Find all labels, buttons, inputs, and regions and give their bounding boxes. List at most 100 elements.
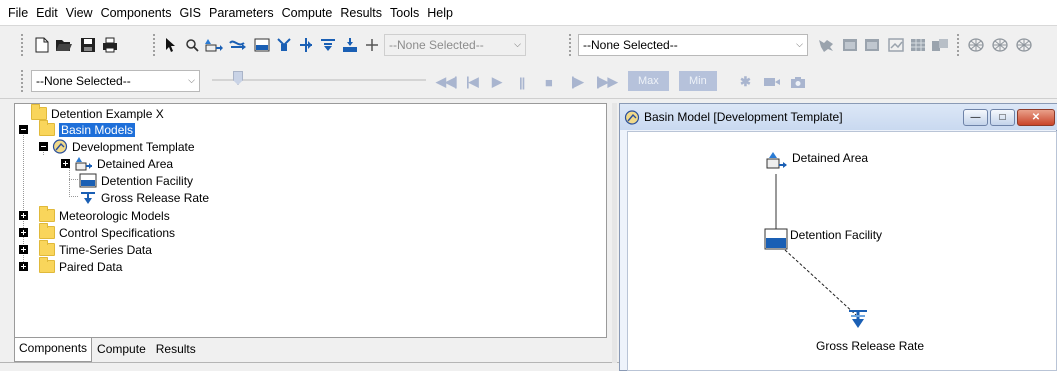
tree-item-detained-area[interactable]: Detained Area [75,155,173,172]
basin-model-select[interactable]: --None Selected-- ⌵ [578,34,808,56]
tree-item-label: Control Specifications [59,225,176,240]
open-folder-icon[interactable] [54,35,74,55]
basin-network-lines [775,174,857,316]
tab-compute[interactable]: Compute [92,338,151,360]
last-frame-icon[interactable]: |▶▶ [596,74,618,90]
menu-view[interactable]: View [62,0,97,26]
tree-item-meteorologic-models[interactable]: Meteorologic Models [39,206,170,224]
collapse-icon[interactable] [39,142,48,151]
menu-parameters[interactable]: Parameters [205,0,278,26]
toolbar-grip[interactable] [20,69,24,93]
explorer-tabs: Components Compute Results [14,338,201,362]
reach-tool-icon[interactable] [228,35,248,55]
toolbar-grip[interactable] [568,33,572,57]
arrow-select-icon[interactable] [160,35,180,55]
reservoir-tool-icon[interactable] [252,35,272,55]
gear-icon[interactable]: ✱ [740,74,751,90]
diversion-tool-icon[interactable] [296,35,316,55]
save-icon[interactable] [78,35,98,55]
menu-edit[interactable]: Edit [32,0,62,26]
map-layers-icon[interactable] [816,35,836,55]
element-select-value: --None Selected-- [389,38,484,52]
window-icon[interactable] [862,35,882,55]
menu-results[interactable]: Results [336,0,386,26]
menu-help[interactable]: Help [423,0,457,26]
table-icon[interactable] [908,35,928,55]
menu-gis[interactable]: GIS [175,0,205,26]
minimize-button[interactable]: — [963,109,988,126]
basin-canvas[interactable]: Detained Area Detention Facility Gross R… [627,131,1057,371]
run-select-value: --None Selected-- [36,74,131,88]
expand-icon[interactable] [19,262,28,271]
toolbar-grip[interactable] [956,33,960,57]
splitter[interactable] [612,103,617,363]
toolbar-grip[interactable] [152,33,156,57]
new-file-icon[interactable] [32,35,52,55]
gross-release-rate-node-label: Gross Release Rate [816,339,925,353]
close-button[interactable]: ✕ [1017,109,1055,126]
graph-icon[interactable] [886,35,906,55]
tree-item-label: Paired Data [59,259,123,274]
window-icon[interactable] [840,35,860,55]
element-select[interactable]: --None Selected-- ⌵ [384,34,526,56]
expand-icon[interactable] [61,159,70,168]
time-slider-track[interactable] [212,79,426,81]
source-tool-icon[interactable] [318,35,338,55]
pause-icon[interactable]: || [519,74,525,90]
stop-icon[interactable]: ■ [545,74,553,90]
expand-icon[interactable] [19,245,28,254]
min-button[interactable]: Min [679,71,717,91]
first-frame-icon[interactable]: ◀◀| [436,74,458,90]
max-button[interactable]: Max [628,71,669,91]
tree-item-development-template[interactable]: Development Template [52,138,195,155]
collapse-icon[interactable] [19,125,28,134]
tree-item-basin-models[interactable]: Basin Models [39,120,136,138]
print-icon[interactable] [100,35,120,55]
globe-grid-icon[interactable] [966,35,986,55]
menu-tools[interactable]: Tools [386,0,423,26]
basin-model-window: Basin Model [Development Template] — □ ✕… [619,103,1057,371]
tab-components[interactable]: Components [14,338,93,362]
tree-item-control-specifications[interactable]: Control Specifications [39,223,176,241]
gross-release-rate-node-icon[interactable] [847,308,869,335]
play-icon[interactable]: ▶ [492,74,502,90]
expand-icon[interactable] [19,211,28,220]
globe-grid-icon[interactable] [990,35,1010,55]
folder-icon [39,240,55,256]
plus-icon[interactable] [362,35,382,55]
sink-tool-icon[interactable] [340,35,360,55]
junction-tool-icon[interactable] [274,35,294,55]
chevron-down-icon: ⌵ [796,39,803,49]
menu-file[interactable]: File [4,0,32,26]
detention-facility-node-label: Detention Facility [790,228,883,242]
window-title: Basin Model [Development Template] [644,110,843,124]
globe-grid-icon[interactable] [1014,35,1034,55]
menu-components[interactable]: Components [97,0,176,26]
subbasin-icon [75,156,93,171]
tree-item-gross-release-rate[interactable]: Gross Release Rate [79,189,209,206]
menu-bar: File Edit View Components GIS Parameters… [0,0,1057,26]
expand-icon[interactable] [19,228,28,237]
camera-icon[interactable] [788,72,808,92]
tree-root-label: Detention Example X [51,106,164,121]
folder-icon [39,223,55,239]
detention-facility-node-icon[interactable] [764,228,788,253]
tree-item-paired-data[interactable]: Paired Data [39,257,123,275]
step-forward-icon[interactable]: |▶ [571,74,584,90]
tab-results[interactable]: Results [151,338,201,360]
subbasin-tool-icon[interactable] [204,35,224,55]
zoom-icon[interactable] [182,35,202,55]
tree-root[interactable]: Detention Example X [31,104,164,122]
tree-connector [69,196,79,197]
tree-item-detention-facility[interactable]: Detention Facility [79,172,193,189]
summary-icon[interactable] [930,35,950,55]
detained-area-node-icon[interactable] [766,151,788,176]
run-select[interactable]: --None Selected-- ⌵ [31,70,200,92]
menu-compute[interactable]: Compute [278,0,337,26]
folder-icon [39,206,55,222]
toolbar-grip[interactable] [20,33,24,57]
video-camera-icon[interactable] [762,72,782,92]
maximize-button[interactable]: □ [990,109,1015,126]
tree-item-time-series-data[interactable]: Time-Series Data [39,240,152,258]
step-back-icon[interactable]: |◀ [466,74,479,90]
